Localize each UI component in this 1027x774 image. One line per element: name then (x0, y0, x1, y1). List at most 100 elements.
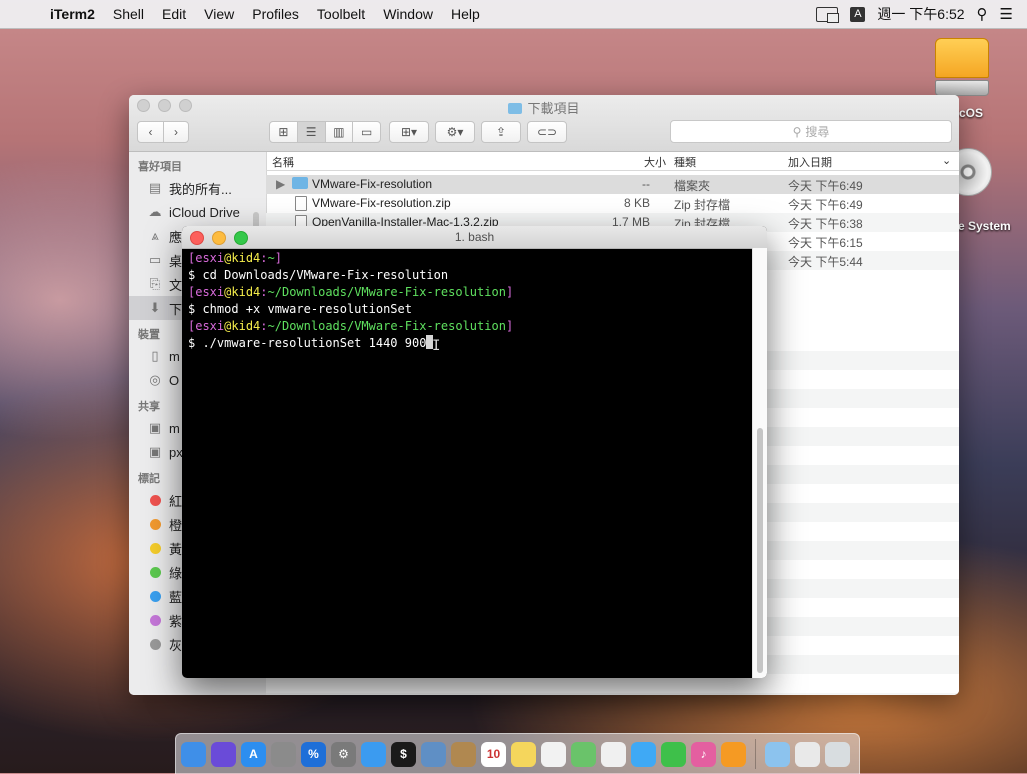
launchpad-icon[interactable] (271, 741, 296, 767)
messages-icon[interactable] (631, 741, 656, 767)
prompt-line: [esxi@kid4:~] (188, 251, 282, 265)
preview-icon[interactable] (421, 741, 446, 767)
dock-separator (755, 739, 756, 769)
tags-button[interactable]: ⊂⊃ (527, 121, 567, 143)
finder-icon[interactable] (181, 741, 206, 767)
sidebar-favorites-header: 喜好項目 (138, 161, 182, 173)
terminal-output[interactable]: [esxi@kid4:~] $ cd Downloads/VMware-Fix-… (188, 250, 749, 678)
iterm-titlebar: 1. bash (182, 226, 767, 249)
trash-icon[interactable] (825, 741, 850, 767)
notification-center-icon[interactable]: ☰ (1000, 5, 1013, 23)
menu-extras: A 週一 下午6:52 ⚲ ☰ (816, 4, 1027, 24)
ibeam-pointer-icon: I (432, 338, 441, 354)
input-method-icon[interactable]: A (850, 6, 866, 22)
iterm-title: 1. bash (454, 230, 495, 244)
search-input[interactable]: ⚲ 搜尋 (670, 120, 952, 143)
file-date: 今天 下午6:15 (788, 236, 863, 250)
contacts-icon[interactable] (451, 741, 476, 767)
column-size[interactable]: 大小 (626, 154, 666, 170)
downloads-folder-icon[interactable] (765, 741, 790, 767)
document-icon (295, 196, 307, 214)
photos-icon[interactable] (601, 741, 626, 767)
cover-flow-icon[interactable]: ▭ (353, 122, 380, 142)
action-button[interactable]: ⚙▾ (435, 121, 475, 143)
maps-icon[interactable] (571, 741, 596, 767)
menu-app-name[interactable]: iTerm2 (46, 6, 104, 22)
sidebar-item-all-files[interactable]: ▤ 我的所有... (129, 176, 266, 200)
share-icon: ⇪ (495, 125, 507, 139)
desktop-disc-label[interactable]: e System (958, 219, 1011, 233)
tag-icon: ⊂⊃ (536, 125, 558, 139)
gear-icon: ⚙▾ (446, 125, 464, 139)
menu-view[interactable]: View (195, 6, 243, 22)
view-mode-control: ⊞ ☰ ▥ ▭ (269, 121, 381, 143)
notes-icon[interactable] (511, 741, 536, 767)
yellow-tag-icon (150, 542, 161, 554)
ibooks-icon[interactable] (721, 741, 746, 767)
file-list-header: 名稱 大小 種類 加入日期 ⌄ (266, 152, 959, 171)
file-kind: Zip 封存檔 (674, 198, 731, 212)
column-date-added[interactable]: 加入日期 (788, 154, 832, 170)
file-date: 今天 下午5:44 (788, 255, 863, 269)
arrange-button[interactable]: ⊞▾ (389, 121, 429, 143)
file-date: 今天 下午6:38 (788, 217, 863, 231)
menu-bar: iTerm2 Shell Edit View Profiles Toolbelt… (0, 0, 1027, 29)
back-button[interactable]: ‹ (138, 122, 164, 142)
table-row[interactable]: ▶ VMware-Fix-resolution -- 檔案夾 今天 下午6:49 (266, 175, 959, 194)
command-line: $ chmod +x vmware-resolutionSet (188, 302, 412, 316)
blue-tag-icon (150, 590, 161, 602)
file-date: 今天 下午6:49 (788, 179, 863, 193)
documents-icon[interactable] (795, 741, 820, 767)
column-name[interactable]: 名稱 (272, 154, 294, 170)
table-row[interactable]: VMware-Fix-resolution.zip 8 KB Zip 封存檔 今… (266, 194, 959, 213)
calendar-icon[interactable]: 10 (481, 741, 506, 767)
menu-clock[interactable]: 週一 下午6:52 (877, 4, 964, 24)
display-mirroring-icon[interactable] (816, 6, 840, 23)
menu-edit[interactable]: Edit (153, 6, 195, 22)
search-placeholder: 搜尋 (805, 125, 830, 139)
system-preferences-icon[interactable]: ⚙ (331, 741, 356, 767)
desktop-hard-drive-icon[interactable] (935, 38, 989, 96)
reminders-icon[interactable] (541, 741, 566, 767)
cloud-icon: ☁ (148, 204, 162, 219)
disclosure-triangle-icon[interactable]: ▶ (276, 177, 285, 191)
file-kind: 檔案夾 (674, 179, 711, 193)
column-view-icon[interactable]: ▥ (326, 122, 354, 142)
iterm-icon[interactable]: $ (391, 741, 416, 767)
app-store-icon[interactable]: A (241, 741, 266, 767)
desktop-hard-drive-label[interactable]: cOS (959, 106, 983, 120)
prompt-line: [esxi@kid4:~/Downloads/VMware-Fix-resolu… (188, 319, 514, 333)
folder-icon (508, 103, 523, 114)
red-tag-icon (150, 494, 161, 506)
facetime-icon[interactable] (661, 741, 686, 767)
finder-title: 下載項目 (129, 98, 959, 117)
file-name: VMware-Fix-resolution (312, 177, 433, 191)
desktop-icon: ▭ (148, 252, 162, 267)
menu-toolbelt[interactable]: Toolbelt (308, 6, 374, 22)
file-size: -- (642, 177, 650, 191)
file-size: 8 KB (623, 196, 650, 210)
menu-help[interactable]: Help (442, 6, 489, 22)
safari-icon[interactable] (361, 741, 386, 767)
share-button[interactable]: ⇪ (481, 121, 521, 143)
sort-chevron-down-icon[interactable]: ⌄ (942, 154, 951, 167)
hard-drive-icon: ▯ (151, 348, 159, 363)
siri-icon[interactable] (211, 741, 236, 767)
percent-app-icon[interactable]: % (301, 741, 326, 767)
list-view-icon[interactable]: ☰ (297, 122, 326, 142)
column-kind[interactable]: 種類 (674, 154, 696, 170)
icon-view-icon[interactable]: ⊞ (270, 122, 298, 142)
menu-shell[interactable]: Shell (104, 6, 153, 22)
menu-window[interactable]: Window (374, 6, 442, 22)
sidebar-item-icloud-drive[interactable]: ☁ iCloud Drive (129, 200, 266, 224)
itunes-icon[interactable]: ♪ (691, 741, 716, 767)
forward-button[interactable]: › (164, 122, 188, 142)
terminal-scrollbar[interactable] (752, 248, 767, 678)
download-icon: ⬇ (149, 300, 161, 315)
spotlight-search-icon[interactable]: ⚲ (977, 5, 988, 23)
computer-icon: ▣ (148, 420, 162, 435)
menu-profiles[interactable]: Profiles (243, 6, 308, 22)
disc-icon: ◎ (149, 372, 161, 387)
terminal-scroll-thumb[interactable] (757, 428, 763, 673)
gray-tag-icon (150, 638, 161, 650)
